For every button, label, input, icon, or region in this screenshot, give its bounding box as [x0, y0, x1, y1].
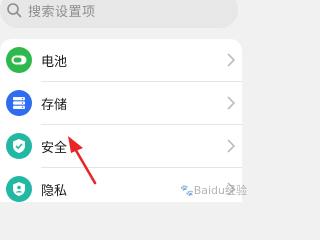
- privacy-shield-icon: [6, 176, 32, 202]
- storage-icon: [6, 90, 32, 116]
- settings-item-security[interactable]: 安全: [0, 125, 242, 167]
- settings-screen: 搜索设置项 电池 存储 安全 隐私 🐾Baidu经验: [0, 0, 249, 202]
- watermark: 🐾Baidu经验: [180, 182, 247, 198]
- settings-item-label: 安全: [41, 140, 68, 156]
- chevron-right-icon: [227, 96, 236, 110]
- watermark-text: Baidu经验: [193, 184, 247, 197]
- search-placeholder: 搜索设置项: [28, 4, 96, 20]
- settings-item-label: 隐私: [41, 183, 68, 199]
- settings-item-storage[interactable]: 存储: [0, 82, 242, 124]
- shield-check-icon: [6, 133, 32, 159]
- settings-item-label: 存储: [41, 97, 68, 113]
- search-icon: [7, 3, 22, 18]
- settings-item-battery[interactable]: 电池: [0, 39, 242, 81]
- chevron-right-icon: [227, 53, 236, 67]
- settings-list: 电池 存储 安全 隐私: [0, 39, 242, 202]
- chevron-right-icon: [227, 139, 236, 153]
- settings-item-label: 电池: [41, 54, 68, 70]
- search-bar[interactable]: 搜索设置项: [0, 0, 238, 28]
- paw-icon: 🐾: [179, 184, 194, 197]
- battery-icon: [6, 47, 32, 73]
